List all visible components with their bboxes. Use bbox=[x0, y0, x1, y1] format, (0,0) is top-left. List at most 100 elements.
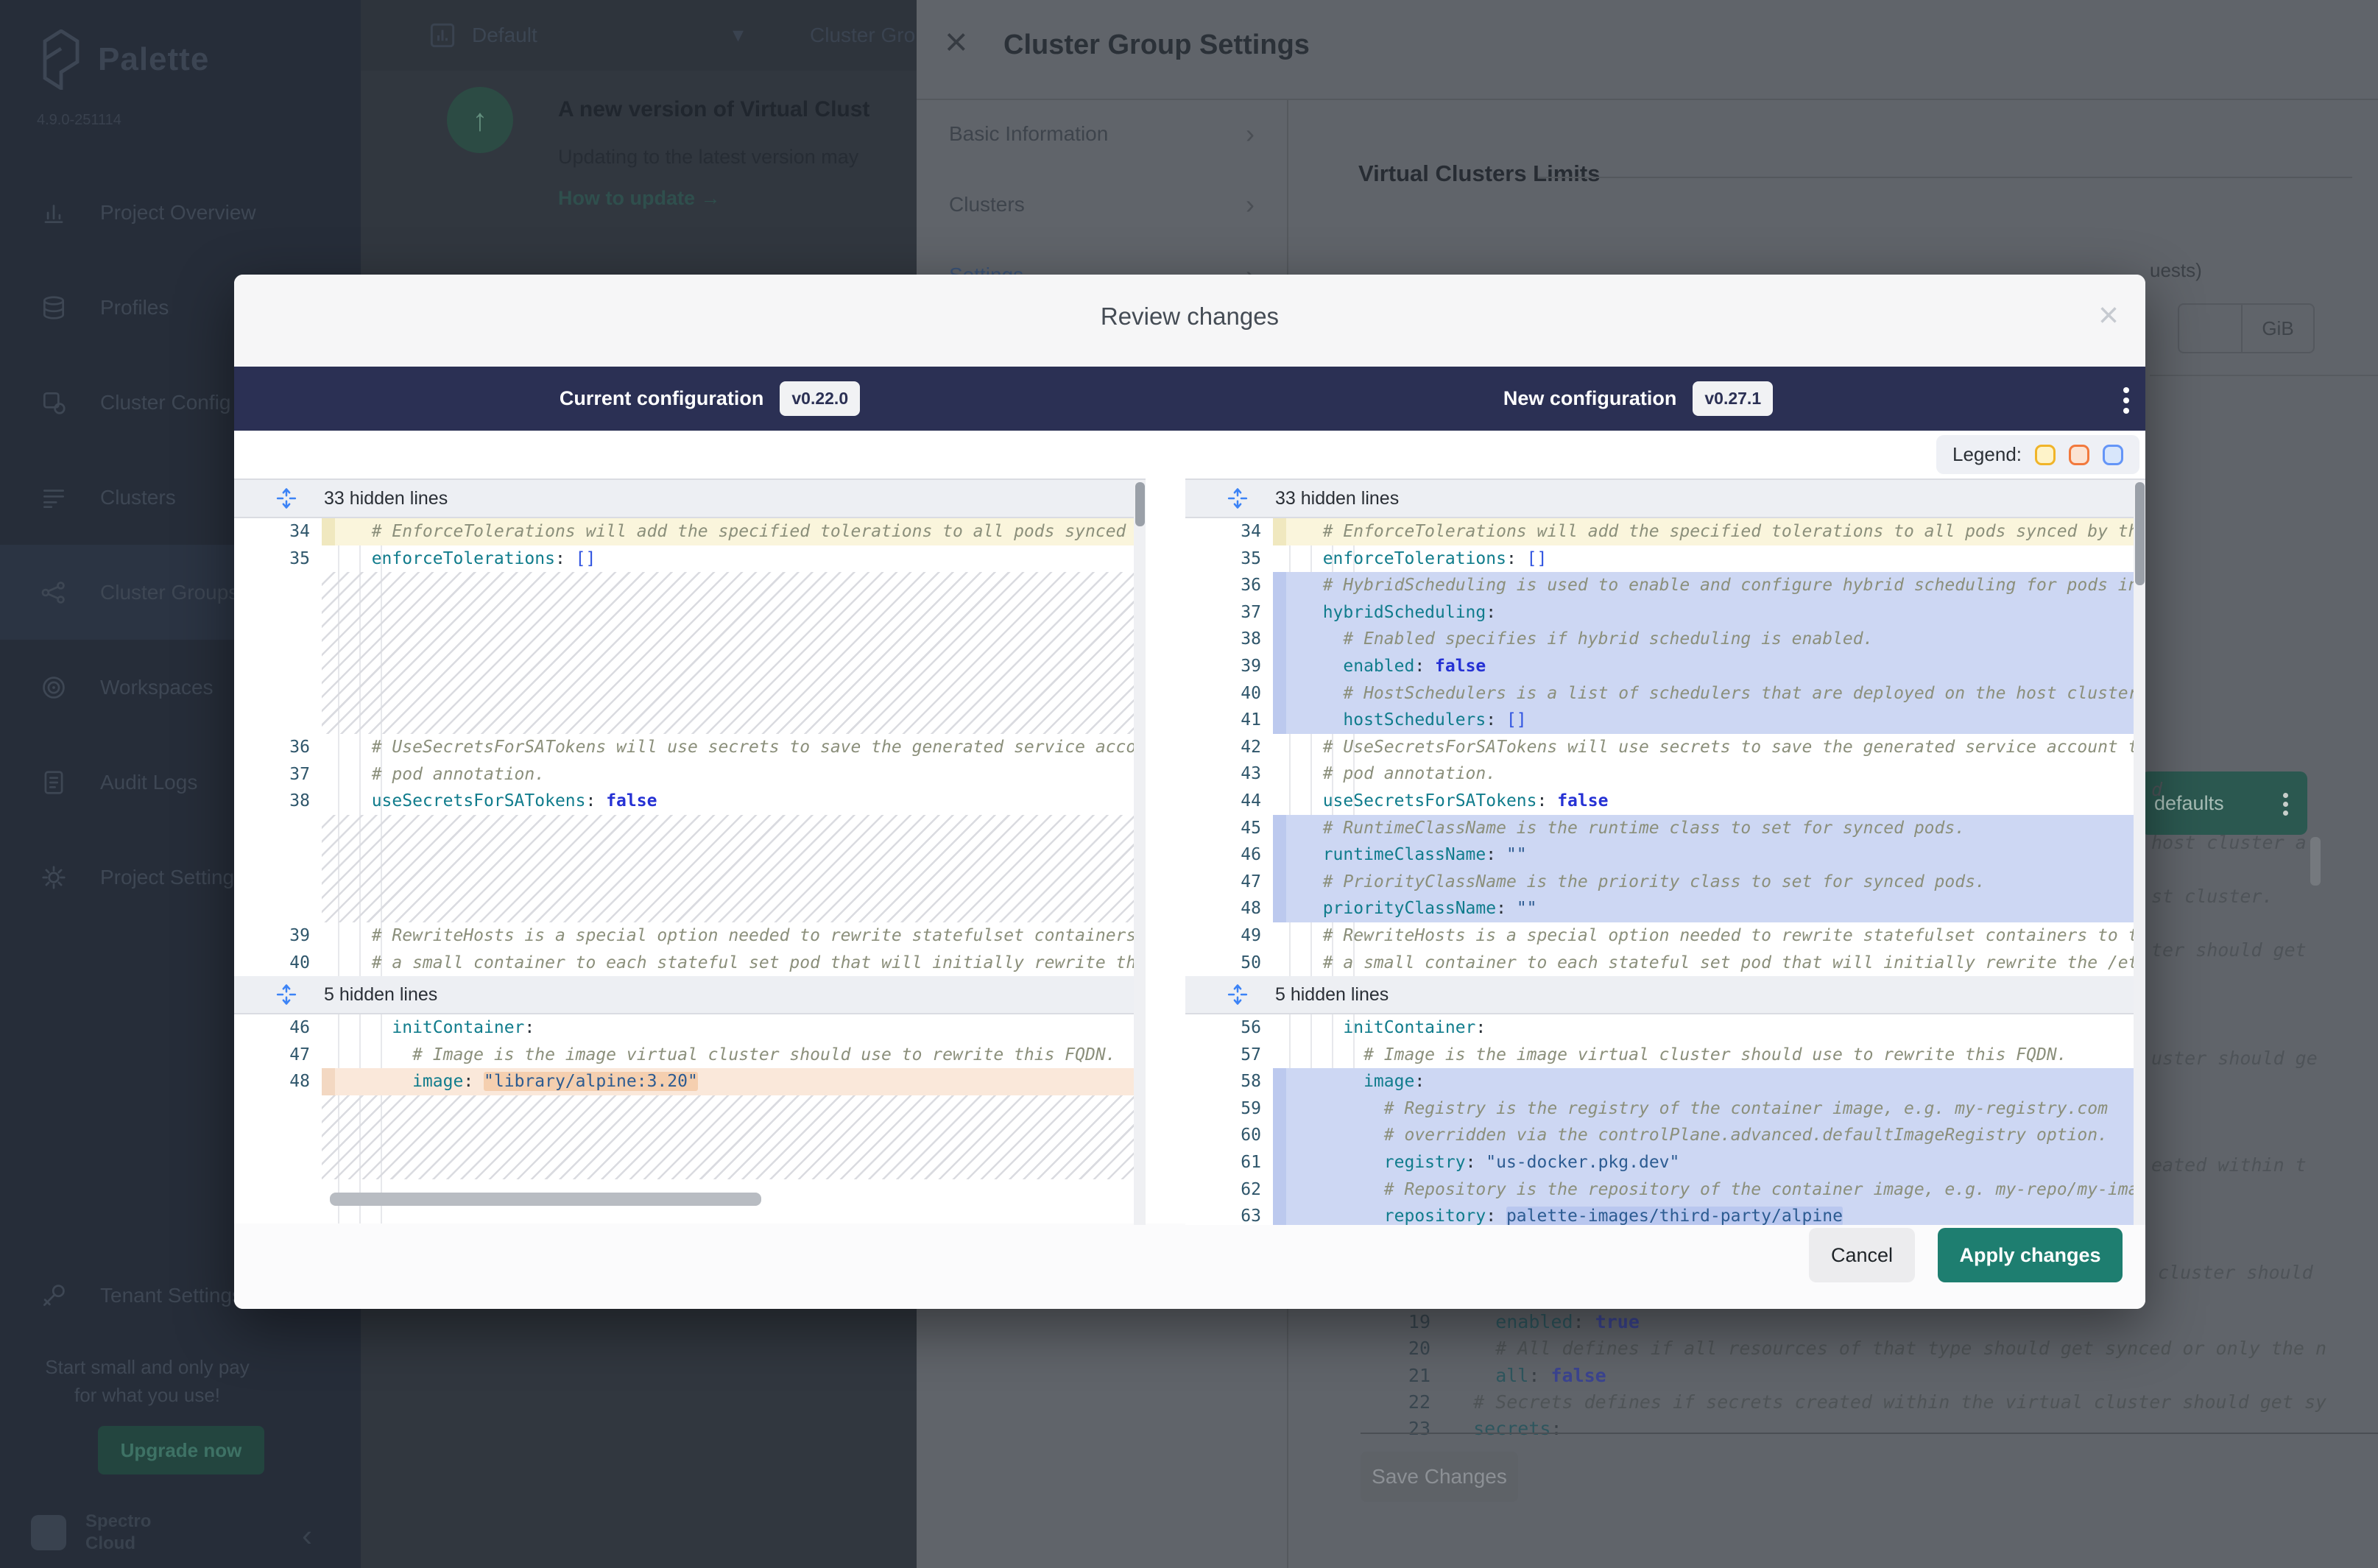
code-text: hybridScheduling: bbox=[1286, 599, 2145, 626]
how-to-update-link[interactable]: How to update → bbox=[558, 187, 720, 210]
save-changes-button[interactable]: Save Changes bbox=[1361, 1452, 1518, 1502]
code-text: priorityClassName: "" bbox=[1286, 895, 2145, 922]
line-number: 50 bbox=[1185, 950, 1273, 977]
modal-footer: Cancel Apply changes bbox=[234, 1223, 2145, 1309]
spectro-cloud-logo-icon bbox=[31, 1515, 66, 1550]
background-text-fragment: uster should ge bbox=[2151, 1048, 2318, 1069]
upgrade-now-button[interactable]: Upgrade now bbox=[98, 1426, 264, 1475]
defaults-kebab-icon[interactable] bbox=[2283, 789, 2288, 819]
code-text: # Repository is the repository of the co… bbox=[1286, 1176, 2145, 1204]
hidden-lines-row[interactable]: 33 hidden lines bbox=[1185, 480, 2145, 518]
code-text: hostSchedulers: [] bbox=[1286, 707, 2145, 734]
code-text: # RuntimeClassName is the runtime class … bbox=[1286, 815, 2145, 842]
code-line-46: 46 runtimeClassName: "" bbox=[1185, 841, 2145, 869]
app-version: 4.9.0-251114 bbox=[37, 112, 121, 129]
editor-scrollbar-fragment[interactable] bbox=[2310, 837, 2321, 886]
line-number: 48 bbox=[1185, 895, 1273, 922]
code-line-40: 40 # a small container to each stateful … bbox=[234, 950, 1146, 977]
sidebar-item-label: Workspaces bbox=[100, 676, 214, 699]
background-code-line-21: 21 all: false bbox=[1361, 1365, 2371, 1391]
right-panel-scrollbar-thumb[interactable] bbox=[2135, 482, 2145, 585]
line-number: 47 bbox=[234, 1042, 322, 1069]
line-number: 43 bbox=[1185, 760, 1273, 788]
line-number: 49 bbox=[1185, 922, 1273, 950]
code-line-37: 37 hybridScheduling: bbox=[1185, 599, 2145, 626]
code-line-47: 47 # PriorityClassName is the priority c… bbox=[1185, 869, 2145, 896]
hidden-lines-row[interactable]: 33 hidden lines bbox=[234, 480, 1146, 518]
project-selector[interactable]: Default bbox=[426, 19, 537, 52]
code-line-41: 41 hostSchedulers: [] bbox=[1185, 707, 2145, 734]
code-text: image: bbox=[1286, 1068, 2145, 1095]
drawer-nav-label: Basic Information bbox=[949, 122, 1108, 146]
drawer-nav-label: Clusters bbox=[949, 193, 1025, 216]
sidebar-item-project-overview[interactable]: Project Overview bbox=[0, 165, 361, 260]
cancel-button[interactable]: Cancel bbox=[1809, 1228, 1915, 1282]
background-text-fragment: ter should get bbox=[2151, 939, 2307, 961]
modal-close-icon[interactable]: × bbox=[2098, 295, 2119, 336]
line-number: 37 bbox=[234, 761, 322, 788]
promo-line-2: for what you use! bbox=[0, 1381, 294, 1409]
drawer-nav-clusters[interactable]: Clusters› bbox=[917, 169, 1287, 240]
drawer-title: Cluster Group Settings bbox=[1003, 29, 1310, 61]
code-line-56: 56 initContainer: bbox=[1185, 1014, 2145, 1042]
promo-line-1: Start small and only pay bbox=[0, 1353, 294, 1381]
line-number: 34 bbox=[234, 518, 322, 545]
spectro-cloud-brand: Spectro Cloud bbox=[31, 1511, 151, 1555]
code-line-58: 58 image: bbox=[1185, 1068, 2145, 1095]
line-number: 45 bbox=[1185, 815, 1273, 842]
code-line-35: 35 enforceTolerations: [] bbox=[234, 545, 1146, 573]
hidden-lines-label: 33 hidden lines bbox=[1275, 488, 1399, 509]
palette-logo-text: Palette bbox=[98, 41, 209, 78]
line-number: 34 bbox=[1185, 518, 1273, 545]
memory-limit-input[interactable]: GiB bbox=[2178, 303, 2315, 353]
code-text: registry: "us-docker.pkg.dev" bbox=[1286, 1149, 2145, 1176]
line-number: 36 bbox=[1185, 572, 1273, 599]
memory-limit-value[interactable] bbox=[2179, 305, 2241, 352]
current-configuration-label: Current configuration bbox=[560, 387, 764, 410]
line-number: 35 bbox=[234, 545, 322, 573]
line-number: 59 bbox=[1185, 1095, 1273, 1123]
code-text: # UseSecretsForSATokens will use secrets… bbox=[1286, 734, 2145, 761]
sidebar-collapse-chevron[interactable]: ‹ bbox=[302, 1518, 312, 1553]
left-panel-hscrollbar-thumb[interactable] bbox=[330, 1193, 761, 1206]
line-number: 39 bbox=[234, 922, 322, 950]
code-line-36: 36 # UseSecretsForSATokens will use secr… bbox=[234, 734, 1146, 761]
sidebar-item-label: Cluster Groups bbox=[100, 581, 239, 604]
code-line-63: 63 repository: palette-images/third-part… bbox=[1185, 1203, 2145, 1225]
code-text: # Image is the image virtual cluster sho… bbox=[1286, 1042, 2145, 1069]
virtual-clusters-limits-heading: Virtual Clusters Limits bbox=[1358, 160, 1600, 187]
code-line-60: 60 # overridden via the controlPlane.adv… bbox=[1185, 1122, 2145, 1149]
line-number: 46 bbox=[1185, 841, 1273, 869]
unfold-lines-icon bbox=[275, 983, 297, 1006]
diff-options-kebab-icon[interactable] bbox=[2123, 383, 2129, 418]
new-config-panel: 33 hidden lines34 # EnforceTolerations w… bbox=[1185, 478, 2145, 1225]
breadcrumb: Cluster Gro bbox=[810, 24, 917, 47]
hidden-lines-row[interactable]: 5 hidden lines bbox=[234, 976, 1146, 1014]
hidden-lines-row[interactable]: 5 hidden lines bbox=[1185, 976, 2145, 1014]
line-number: 36 bbox=[234, 734, 322, 761]
legend-modified-swatch bbox=[2035, 445, 2056, 465]
collapsed-region-hatch bbox=[322, 1095, 1146, 1179]
left-panel-scrollbar-thumb[interactable] bbox=[1135, 482, 1145, 526]
configuration-header-bar: Current configuration v0.22.0 New config… bbox=[234, 367, 2145, 431]
limits-field-label-fragment: uests) bbox=[2150, 259, 2202, 282]
drawer-close-icon[interactable]: × bbox=[945, 22, 968, 62]
code-line-42: 42 # UseSecretsForSATokens will use secr… bbox=[1185, 734, 2145, 761]
apply-changes-button[interactable]: Apply changes bbox=[1938, 1228, 2123, 1282]
profiles-icon bbox=[40, 294, 68, 322]
update-banner-title: A new version of Virtual Clust bbox=[558, 97, 917, 122]
line-number: 41 bbox=[1185, 707, 1273, 734]
chevron-down-icon[interactable]: ▾ bbox=[733, 22, 744, 48]
code-text: # HybridScheduling is used to enable and… bbox=[1286, 572, 2145, 599]
update-arrow-icon: ↑ bbox=[447, 87, 513, 153]
hidden-lines-label: 5 hidden lines bbox=[1275, 984, 1389, 1006]
code-text: # pod annotation. bbox=[335, 761, 1146, 788]
memory-unit-label: GiB bbox=[2241, 305, 2313, 352]
code-line-59: 59 # Registry is the registry of the con… bbox=[1185, 1095, 2145, 1123]
restore-defaults-button[interactable]: defaults bbox=[2141, 771, 2307, 835]
line-number: 61 bbox=[1185, 1149, 1273, 1176]
new-configuration-header: New configuration v0.27.1 bbox=[1185, 367, 2091, 431]
code-text: enforceTolerations: [] bbox=[335, 545, 1146, 573]
code-line-39: 39 enabled: false bbox=[1185, 653, 2145, 680]
drawer-nav-basic-information[interactable]: Basic Information› bbox=[917, 99, 1287, 169]
